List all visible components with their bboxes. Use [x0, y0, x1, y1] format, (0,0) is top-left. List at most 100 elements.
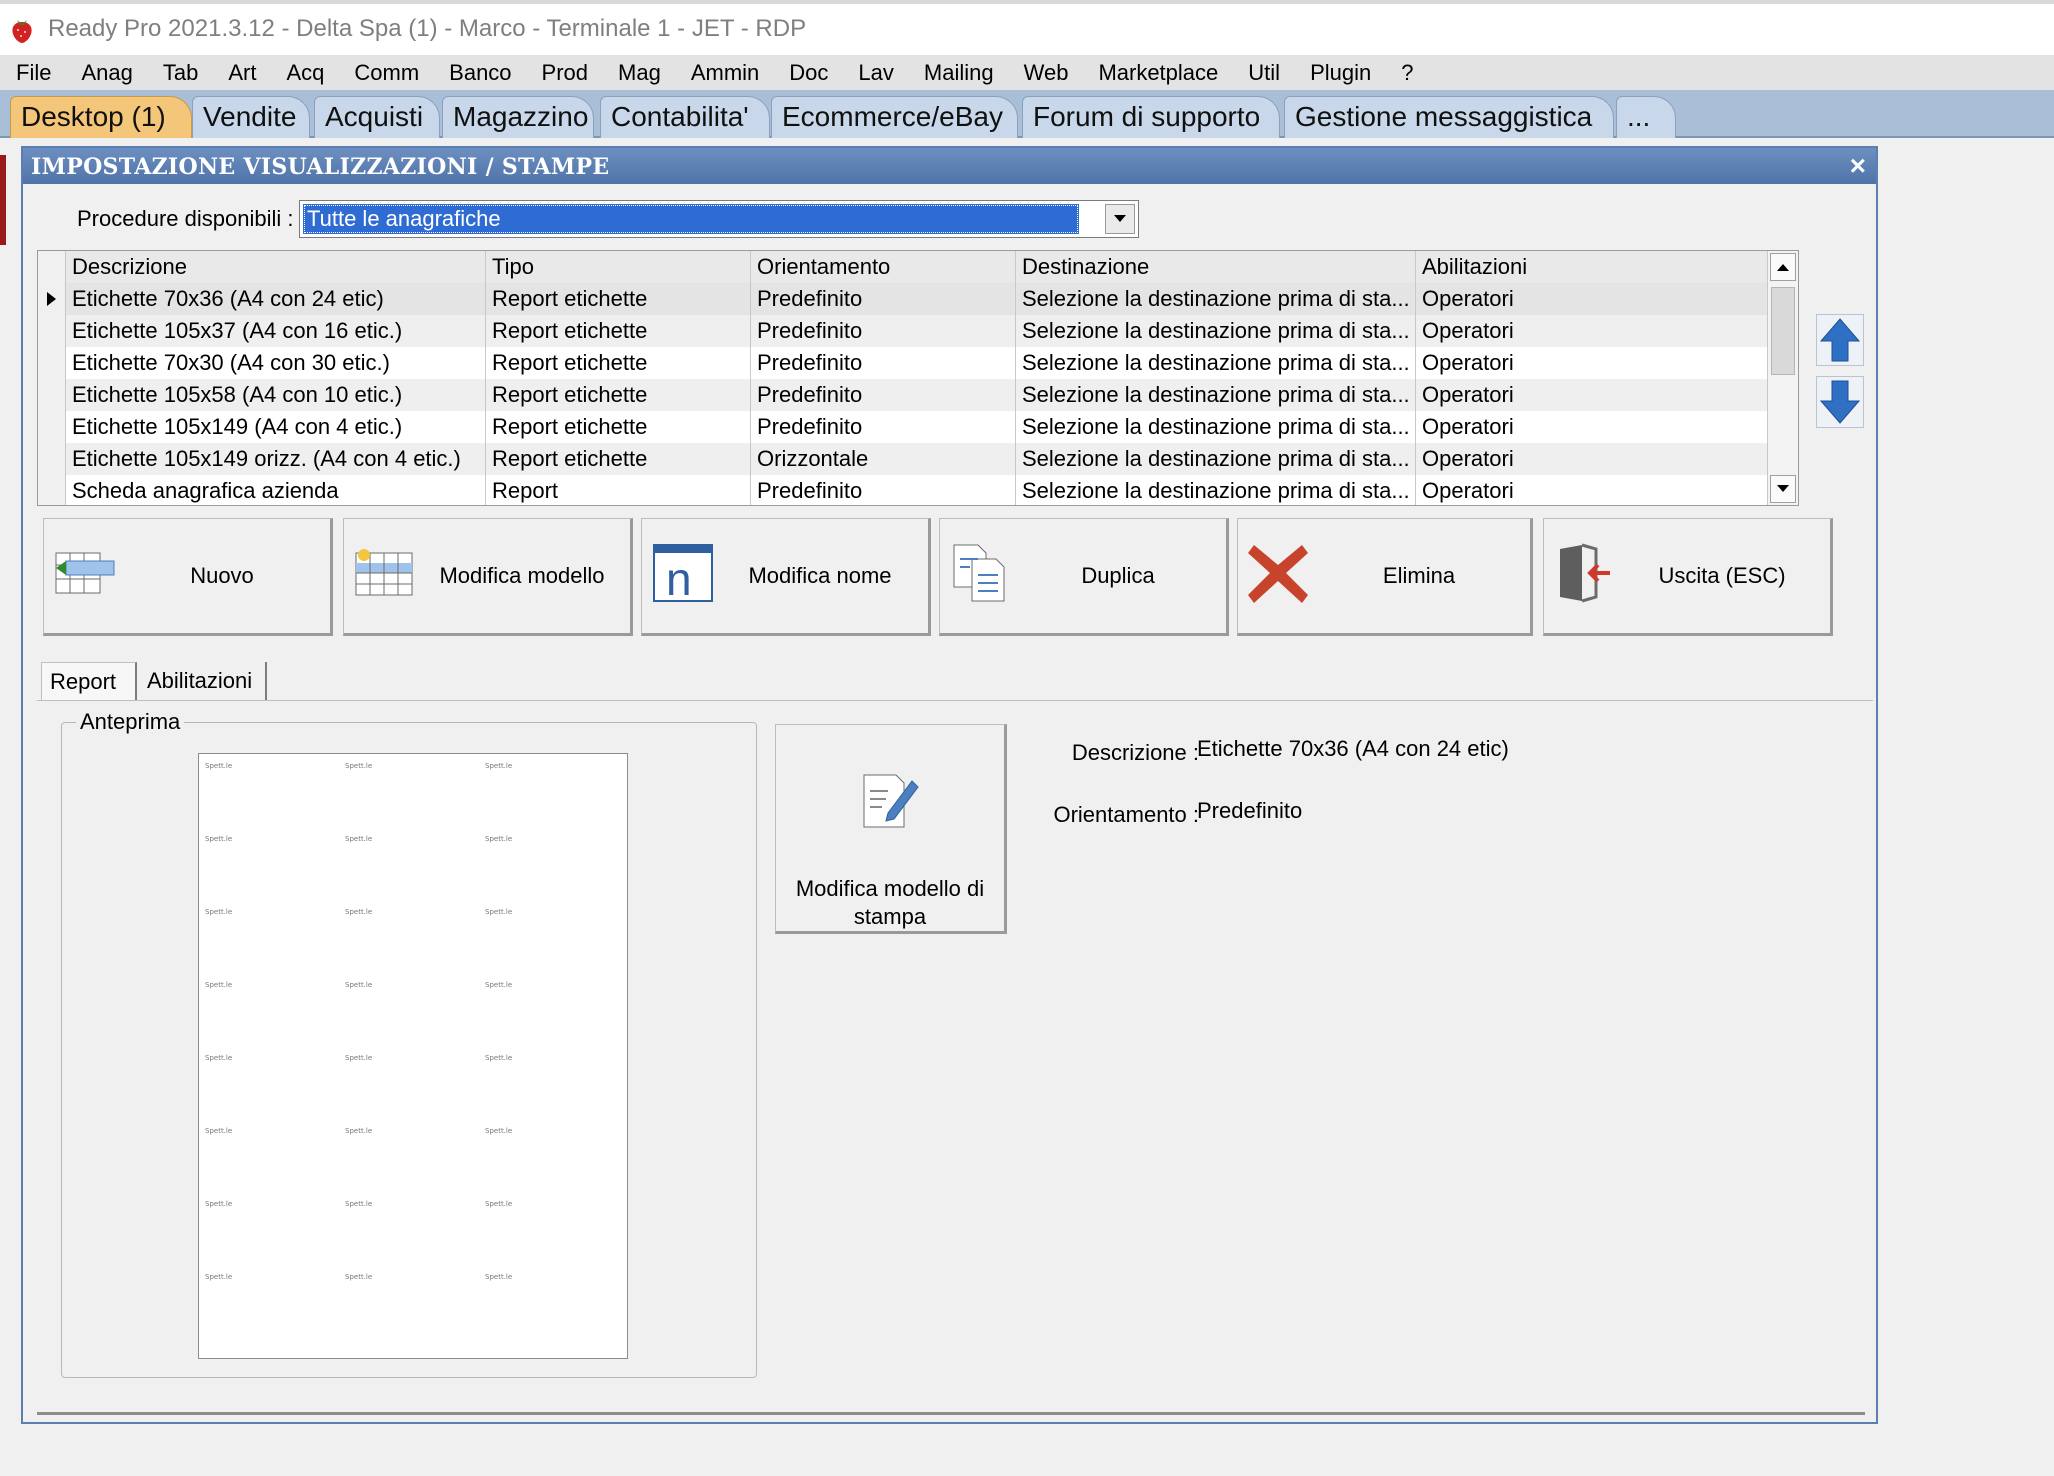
cell-destinazione: Selezione la destinazione prima di sta..…	[1016, 283, 1416, 315]
move-up-button[interactable]	[1816, 314, 1864, 366]
move-down-button[interactable]	[1816, 376, 1864, 428]
menu-banco[interactable]: Banco	[434, 60, 526, 86]
new-button[interactable]: Nuovo	[43, 518, 333, 636]
label-preview-text: Spett.le	[345, 908, 373, 916]
column-header-abilitazioni[interactable]: Abilitazioni	[1416, 251, 1782, 283]
table-row[interactable]: Etichette 105x58 (A4 con 10 etic.) Repor…	[38, 379, 1782, 411]
menu-plugin[interactable]: Plugin	[1295, 60, 1386, 86]
duplicate-button[interactable]: Duplica	[939, 518, 1229, 636]
cell-tipo: Report etichette	[486, 315, 751, 347]
tab-more[interactable]: ...	[1616, 96, 1676, 138]
cell-abilitazioni: Operatori	[1416, 347, 1782, 379]
chevron-down-icon[interactable]	[1105, 204, 1135, 234]
table-header: Descrizione Tipo Orientamento Destinazio…	[38, 251, 1782, 284]
table-row[interactable]: Etichette 105x149 orizz. (A4 con 4 etic.…	[38, 443, 1782, 475]
cell-orientamento: Predefinito	[751, 315, 1016, 347]
row-indicator	[38, 283, 66, 315]
tab-acquisti[interactable]: Acquisti	[314, 96, 440, 138]
arrow-down-icon	[1819, 380, 1861, 424]
label-preview-text: Spett.le	[205, 1127, 233, 1135]
edit-model-button[interactable]: Modifica modello	[343, 518, 633, 636]
workspace-tab-strip: Desktop (1) Vendite Acquisti Magazzino C…	[0, 90, 2054, 138]
table-row[interactable]: Etichette 70x30 (A4 con 30 etic.) Report…	[38, 347, 1782, 379]
tab-magazzino[interactable]: Magazzino	[442, 96, 594, 138]
scroll-up-icon[interactable]	[1770, 253, 1796, 281]
tab-report[interactable]: Report	[41, 662, 137, 700]
label-preview-text: Spett.le	[205, 981, 233, 989]
menu-prod[interactable]: Prod	[527, 60, 603, 86]
menu-mailing[interactable]: Mailing	[909, 60, 1009, 86]
column-header-orientamento[interactable]: Orientamento	[751, 251, 1016, 283]
column-header-descrizione[interactable]: Descrizione	[66, 251, 486, 283]
exit-button-label: Uscita (ESC)	[1658, 563, 1786, 588]
delete-x-icon	[1248, 545, 1308, 603]
edit-document-icon	[863, 774, 919, 828]
dialog-bottom-divider	[37, 1412, 1865, 1415]
row-indicator	[38, 411, 66, 443]
tab-abilitazioni[interactable]: Abilitazioni	[139, 662, 267, 700]
close-icon[interactable]: ×	[1850, 150, 1866, 182]
table-row[interactable]: Etichette 70x36 (A4 con 24 etic) Report …	[38, 283, 1782, 315]
cell-tipo: Report etichette	[486, 443, 751, 475]
delete-button[interactable]: Elimina	[1237, 518, 1533, 636]
tab-contabilita[interactable]: Contabilita'	[600, 96, 770, 138]
table-row[interactable]: Etichette 105x149 (A4 con 4 etic.) Repor…	[38, 411, 1782, 443]
scrollbar-thumb[interactable]	[1771, 287, 1795, 375]
descrizione-label: Descrizione :	[1071, 740, 1199, 765]
label-preview-text: Spett.le	[485, 835, 513, 843]
table-vertical-scrollbar[interactable]	[1767, 251, 1798, 505]
edit-print-model-button[interactable]: Modifica modello di stampa	[775, 724, 1007, 934]
tab-forum-di-supporto[interactable]: Forum di supporto	[1022, 96, 1280, 138]
new-row-icon	[55, 552, 115, 594]
cell-destinazione: Selezione la destinazione prima di sta..…	[1016, 347, 1416, 379]
column-header-destinazione[interactable]: Destinazione	[1016, 251, 1416, 283]
row-indicator	[38, 315, 66, 347]
dialog-title: IMPOSTAZIONE VISUALIZZAZIONI / STAMPE	[31, 154, 610, 180]
menu-art[interactable]: Art	[213, 60, 271, 86]
rename-n-icon: n	[653, 544, 713, 605]
label-preview-text: Spett.le	[345, 981, 373, 989]
rename-button[interactable]: n Modifica nome	[641, 518, 931, 636]
cell-destinazione: Selezione la destinazione prima di sta..…	[1016, 411, 1416, 443]
tab-desktop[interactable]: Desktop (1)	[10, 96, 192, 138]
menu-acq[interactable]: Acq	[271, 60, 339, 86]
table-row[interactable]: Scheda anagrafica azienda Report Predefi…	[38, 475, 1782, 505]
cell-orientamento: Orizzontale	[751, 443, 1016, 475]
menu-anag[interactable]: Anag	[66, 60, 147, 86]
menu-comm[interactable]: Comm	[339, 60, 434, 86]
cell-abilitazioni: Operatori	[1416, 443, 1782, 475]
menu-util[interactable]: Util	[1233, 60, 1295, 86]
svg-text:n: n	[666, 553, 692, 605]
exit-button[interactable]: Uscita (ESC)	[1543, 518, 1833, 636]
cell-descrizione: Etichette 70x36 (A4 con 24 etic)	[66, 283, 486, 315]
procedures-selected-value: Tutte le anagrafiche	[303, 204, 1079, 234]
preview-legend: Anteprima	[76, 709, 185, 735]
menu-help[interactable]: ?	[1386, 60, 1428, 86]
menu-tab[interactable]: Tab	[148, 60, 213, 86]
menu-mag[interactable]: Mag	[603, 60, 676, 86]
menu-web[interactable]: Web	[1009, 60, 1084, 86]
scroll-down-icon[interactable]	[1770, 475, 1796, 503]
menu-marketplace[interactable]: Marketplace	[1083, 60, 1233, 86]
label-preview-text: Spett.le	[485, 981, 513, 989]
tab-ecommerce-ebay[interactable]: Ecommerce/eBay	[771, 96, 1018, 138]
duplicate-button-label: Duplica	[1081, 563, 1155, 588]
tab-divider	[37, 700, 1873, 701]
row-indicator	[38, 379, 66, 411]
tab-gestione-messaggistica[interactable]: Gestione messaggistica	[1284, 96, 1614, 138]
rename-button-label: Modifica nome	[748, 563, 892, 588]
menu-file[interactable]: File	[0, 60, 66, 86]
column-header-tipo[interactable]: Tipo	[486, 251, 751, 283]
tab-vendite[interactable]: Vendite	[192, 96, 310, 138]
label-preview-text: Spett.le	[345, 1127, 373, 1135]
label-preview-text: Spett.le	[345, 762, 373, 770]
label-preview-text: Spett.le	[205, 1200, 233, 1208]
table-row[interactable]: Etichette 105x37 (A4 con 16 etic.) Repor…	[38, 315, 1782, 347]
menu-doc[interactable]: Doc	[774, 60, 843, 86]
cell-orientamento: Predefinito	[751, 347, 1016, 379]
menu-lav[interactable]: Lav	[843, 60, 908, 86]
menu-ammin[interactable]: Ammin	[676, 60, 774, 86]
label-preview-text: Spett.le	[205, 1273, 233, 1281]
procedures-dropdown[interactable]: Tutte le anagrafiche	[299, 200, 1139, 238]
cell-descrizione: Etichette 105x149 orizz. (A4 con 4 etic.…	[66, 443, 486, 475]
